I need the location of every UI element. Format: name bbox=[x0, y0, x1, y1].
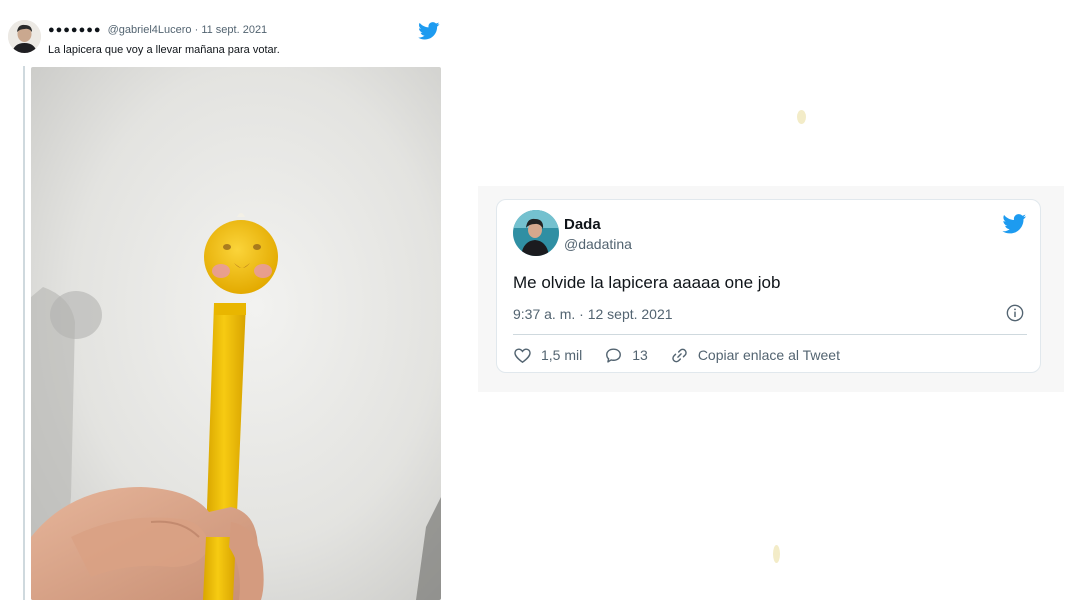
tweet-text: Me olvide la lapicera aaaaa one job bbox=[513, 273, 781, 292]
background-speck bbox=[773, 545, 780, 563]
reply-button[interactable]: 13 bbox=[604, 346, 648, 365]
avatar[interactable] bbox=[513, 210, 559, 256]
info-icon[interactable] bbox=[1006, 304, 1024, 322]
reply-count: 13 bbox=[632, 347, 648, 363]
divider bbox=[513, 334, 1027, 335]
comment-icon bbox=[606, 347, 622, 363]
avatar-image bbox=[513, 210, 559, 256]
tweet-photo[interactable] bbox=[31, 67, 441, 600]
tweet-actions: 1,5 mil 13 Copiar enlace al Tweet bbox=[513, 345, 862, 365]
link-icon bbox=[672, 348, 687, 362]
pen-photo bbox=[31, 67, 441, 600]
like-button[interactable]: 1,5 mil bbox=[513, 346, 582, 365]
tweet-date[interactable]: 11 sept. 2021 bbox=[201, 24, 267, 36]
user-handle[interactable]: @dadatina bbox=[564, 236, 632, 252]
twitter-bird-icon[interactable] bbox=[418, 22, 440, 40]
copy-link-label: Copiar enlace al Tweet bbox=[697, 347, 840, 363]
like-count: 1,5 mil bbox=[541, 347, 583, 363]
avatar[interactable] bbox=[8, 20, 41, 53]
user-handle[interactable]: @gabriel4Lucero bbox=[108, 24, 192, 36]
separator-dot: · bbox=[194, 24, 199, 36]
heart-icon bbox=[514, 347, 531, 363]
avatar-image bbox=[8, 20, 41, 53]
embedded-tweet-card[interactable]: Dada @dadatina Me olvide la lapicera aaa… bbox=[496, 199, 1041, 373]
display-name[interactable]: ●●●●●●● bbox=[48, 24, 102, 36]
left-tweet: ●●●●●●● @gabriel4Lucero · 11 sept. 2021 … bbox=[0, 0, 450, 600]
twitter-bird-icon[interactable] bbox=[1002, 214, 1027, 234]
tweet-timestamp[interactable]: 9:37 a. m. · 12 sept. 2021 bbox=[513, 306, 673, 322]
tweet-text: La lapicera que voy a llevar mañana para… bbox=[48, 44, 280, 56]
background-speck bbox=[797, 110, 806, 124]
tweet-header: ●●●●●●● @gabriel4Lucero · 11 sept. 2021 bbox=[48, 24, 267, 36]
display-name[interactable]: Dada bbox=[564, 216, 601, 233]
copy-link-button[interactable]: Copiar enlace al Tweet bbox=[670, 346, 840, 365]
thread-line bbox=[23, 66, 25, 600]
